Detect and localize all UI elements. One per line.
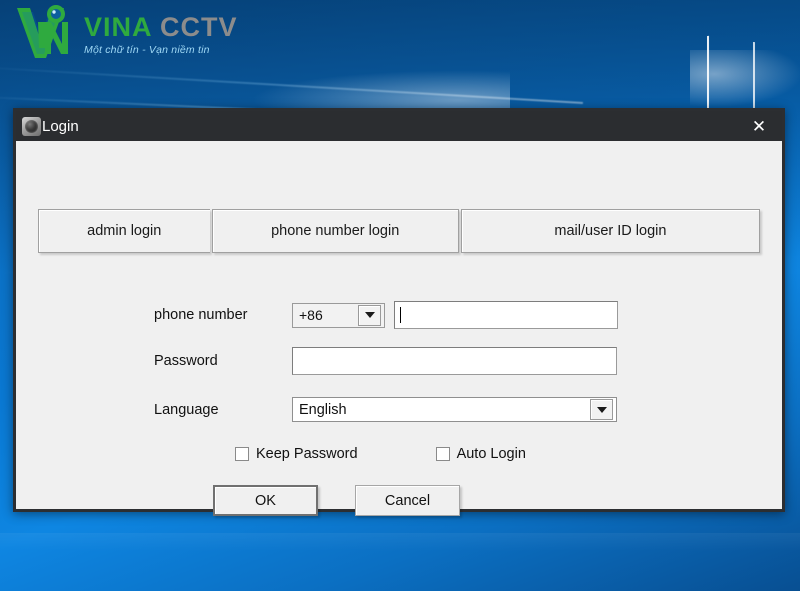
keep-password-checkbox[interactable]: Keep Password <box>235 446 358 462</box>
password-label: Password <box>154 353 292 369</box>
country-code-value: +86 <box>293 307 358 323</box>
brand-logo-title: VINA CCTV <box>84 14 238 41</box>
wallpaper-band <box>0 533 800 551</box>
login-options: Keep Password Auto Login <box>235 446 526 462</box>
login-mode-tabs: admin login phone number login mail/user… <box>38 209 760 253</box>
dialog-body: admin login phone number login mail/user… <box>16 141 782 509</box>
auto-login-checkbox[interactable]: Auto Login <box>436 446 526 462</box>
dialog-title: Login <box>42 118 79 135</box>
brand-logo-secondary: CCTV <box>160 12 238 42</box>
checkbox-box <box>235 447 249 461</box>
password-row: Password <box>154 347 617 375</box>
close-icon[interactable]: ✕ <box>736 111 782 141</box>
login-dialog: Login ✕ admin login phone number login m… <box>13 108 785 512</box>
tab-phone-number-login[interactable]: phone number login <box>212 209 459 253</box>
camera-dome-icon <box>22 117 41 136</box>
ok-button[interactable]: OK <box>213 485 318 516</box>
country-code-select[interactable]: +86 <box>292 303 385 328</box>
dialog-actions: OK Cancel <box>213 485 460 516</box>
chevron-down-icon <box>358 305 381 326</box>
brand-logo-primary: VINA <box>84 12 152 42</box>
language-row: Language English <box>154 397 617 422</box>
brand-logo-tagline: Một chữ tín - Vạn niềm tin <box>84 45 238 56</box>
vina-cctv-logo-mark-icon <box>14 4 76 62</box>
screen: VINA CCTV Một chữ tín - Vạn niềm tin Log… <box>0 0 800 591</box>
phone-number-row: phone number +86 <box>154 301 618 329</box>
phone-number-input[interactable] <box>394 301 618 329</box>
brand-logo-text: VINA CCTV Một chữ tín - Vạn niềm tin <box>84 10 238 56</box>
dialog-titlebar: Login ✕ <box>16 111 782 141</box>
text-caret <box>400 307 401 323</box>
brand-logo: VINA CCTV Một chữ tín - Vạn niềm tin <box>14 4 238 62</box>
cancel-button[interactable]: Cancel <box>355 485 460 516</box>
password-input[interactable] <box>292 347 617 375</box>
chevron-down-icon <box>590 399 613 420</box>
language-label: Language <box>154 402 292 418</box>
auto-login-label: Auto Login <box>457 446 526 462</box>
tab-admin-login[interactable]: admin login <box>38 209 210 253</box>
language-value: English <box>293 402 590 418</box>
keep-password-label: Keep Password <box>256 446 358 462</box>
phone-number-label: phone number <box>154 307 292 323</box>
language-select[interactable]: English <box>292 397 617 422</box>
tab-mail-user-id-login[interactable]: mail/user ID login <box>461 209 760 253</box>
wallpaper-glow <box>690 50 800 110</box>
checkbox-box <box>436 447 450 461</box>
